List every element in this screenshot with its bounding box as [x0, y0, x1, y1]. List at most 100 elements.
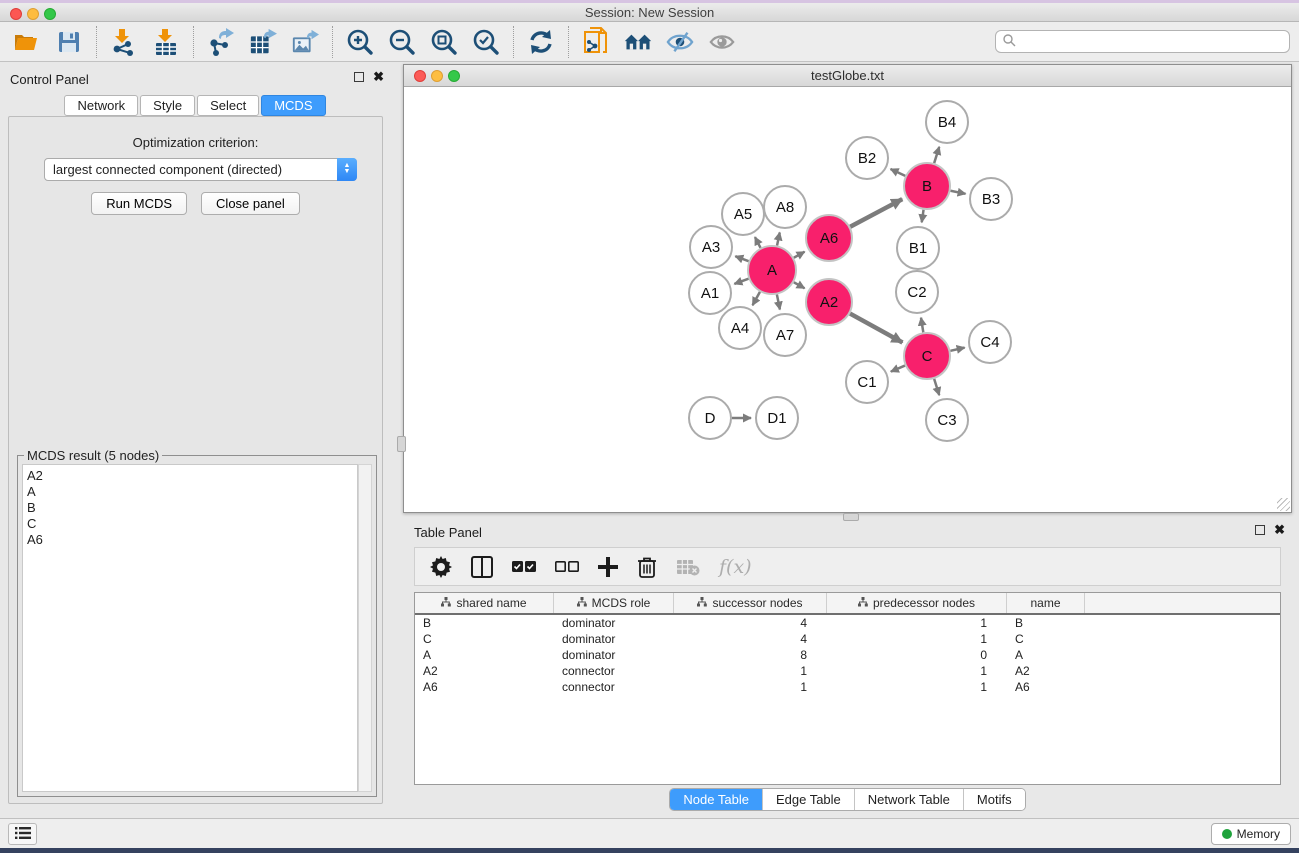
zoom-in-icon[interactable]: [346, 28, 374, 56]
resize-grip-icon[interactable]: [1277, 498, 1290, 511]
edge-A-A2[interactable]: [794, 282, 805, 288]
edge-A-A5[interactable]: [755, 237, 761, 248]
edge-A2-C[interactable]: [850, 314, 902, 343]
vertical-split-handle[interactable]: [397, 436, 406, 452]
close-panel-icon[interactable]: ✖: [1274, 525, 1285, 535]
network-window-titlebar[interactable]: testGlobe.txt: [404, 65, 1291, 87]
function-builder-icon[interactable]: f(x): [719, 556, 752, 578]
task-history-button[interactable]: [8, 823, 37, 845]
tab-node-table[interactable]: Node Table: [670, 789, 763, 810]
float-panel-icon[interactable]: [354, 72, 364, 82]
delete-table-icon[interactable]: [676, 558, 700, 576]
clone-network-icon[interactable]: [582, 28, 610, 56]
column-header-predecessor-nodes[interactable]: predecessor nodes: [827, 593, 1007, 613]
tab-style[interactable]: Style: [140, 95, 195, 116]
edge-A-A8[interactable]: [777, 232, 780, 245]
memory-button[interactable]: Memory: [1211, 823, 1291, 845]
mcds-result-list[interactable]: A2ABCA6: [22, 464, 358, 792]
eye-slash-icon[interactable]: [666, 28, 694, 56]
network-graph[interactable]: AA1A2A3A4A5A6A7A8BB1B2B3B4CC1C2C3C4DD1: [404, 88, 1291, 512]
run-mcds-button[interactable]: Run MCDS: [91, 192, 187, 215]
table-cell[interactable]: 1: [827, 632, 1007, 646]
table-cell[interactable]: 8: [674, 648, 827, 662]
result-item[interactable]: A6: [27, 532, 357, 548]
table-cell[interactable]: connector: [554, 680, 674, 694]
select-all-icon[interactable]: [512, 560, 536, 574]
table-cell[interactable]: 4: [674, 632, 827, 646]
edge-A-A6[interactable]: [794, 252, 805, 258]
zoom-fit-icon[interactable]: [430, 28, 458, 56]
column-header-successor-nodes[interactable]: successor nodes: [674, 593, 827, 613]
column-header-shared-name[interactable]: shared name: [415, 593, 554, 613]
table-cell[interactable]: 0: [827, 648, 1007, 662]
result-item[interactable]: C: [27, 516, 357, 532]
table-row[interactable]: A6connector11A6: [415, 679, 1280, 695]
table-cell[interactable]: A2: [1007, 664, 1085, 678]
edge-B-B2[interactable]: [891, 169, 906, 176]
search-input[interactable]: [995, 30, 1290, 53]
table-cell[interactable]: A6: [415, 680, 554, 694]
table-cell[interactable]: A: [415, 648, 554, 662]
edge-B-B4[interactable]: [934, 147, 939, 163]
edge-B-B3[interactable]: [951, 191, 966, 194]
edge-A6-B[interactable]: [850, 199, 902, 227]
edge-A-A1[interactable]: [734, 279, 748, 284]
tab-select[interactable]: Select: [197, 95, 259, 116]
node-table[interactable]: shared nameMCDS rolesuccessor nodesprede…: [414, 592, 1281, 785]
import-network-icon[interactable]: [110, 28, 138, 56]
edge-A-A4[interactable]: [753, 292, 760, 305]
table-cell[interactable]: 1: [674, 680, 827, 694]
optimization-criterion-dropdown[interactable]: largest connected component (directed) ▲…: [44, 158, 357, 181]
table-cell[interactable]: C: [415, 632, 554, 646]
table-cell[interactable]: 1: [827, 616, 1007, 630]
export-network-icon[interactable]: [207, 28, 235, 56]
deselect-all-icon[interactable]: [555, 560, 579, 574]
edge-C-C4[interactable]: [950, 348, 964, 351]
export-table-icon[interactable]: [249, 28, 277, 56]
edge-B-B1[interactable]: [922, 210, 924, 223]
table-cell[interactable]: dominator: [554, 632, 674, 646]
network-canvas[interactable]: AA1A2A3A4A5A6A7A8BB1B2B3B4CC1C2C3C4DD1: [404, 88, 1291, 512]
edge-C-C2[interactable]: [921, 318, 923, 333]
import-table-icon[interactable]: [152, 28, 180, 56]
table-cell[interactable]: B: [415, 616, 554, 630]
result-item[interactable]: A2: [27, 468, 357, 484]
table-cell[interactable]: 1: [827, 664, 1007, 678]
table-row[interactable]: A2connector11A2: [415, 663, 1280, 679]
columns-icon[interactable]: [471, 556, 493, 578]
table-cell[interactable]: 1: [827, 680, 1007, 694]
table-cell[interactable]: B: [1007, 616, 1085, 630]
table-row[interactable]: Adominator80A: [415, 647, 1280, 663]
refresh-icon[interactable]: [527, 28, 555, 56]
table-cell[interactable]: connector: [554, 664, 674, 678]
edge-A-A3[interactable]: [735, 256, 748, 261]
table-cell[interactable]: dominator: [554, 616, 674, 630]
result-item[interactable]: B: [27, 500, 357, 516]
column-header-MCDS-role[interactable]: MCDS role: [554, 593, 674, 613]
result-item[interactable]: A: [27, 484, 357, 500]
houses-icon[interactable]: [624, 28, 652, 56]
eye-icon[interactable]: [708, 28, 736, 56]
zoom-selected-icon[interactable]: [472, 28, 500, 56]
column-header-name[interactable]: name: [1007, 593, 1085, 613]
trash-icon[interactable]: [637, 556, 657, 578]
tab-network-table[interactable]: Network Table: [855, 789, 964, 810]
table-row[interactable]: Bdominator41B: [415, 615, 1280, 631]
gear-icon[interactable]: [430, 556, 452, 578]
tab-edge-table[interactable]: Edge Table: [763, 789, 855, 810]
table-cell[interactable]: A: [1007, 648, 1085, 662]
add-icon[interactable]: [598, 557, 618, 577]
edge-C-C3[interactable]: [934, 379, 939, 395]
result-scrollbar[interactable]: [358, 464, 372, 792]
zoom-out-icon[interactable]: [388, 28, 416, 56]
table-cell[interactable]: A6: [1007, 680, 1085, 694]
edge-A-A7[interactable]: [777, 295, 780, 310]
close-panel-button[interactable]: Close panel: [201, 192, 300, 215]
tab-mcds[interactable]: MCDS: [261, 95, 325, 116]
table-cell[interactable]: C: [1007, 632, 1085, 646]
tab-motifs[interactable]: Motifs: [964, 789, 1025, 810]
table-row[interactable]: Cdominator41C: [415, 631, 1280, 647]
tab-network[interactable]: Network: [64, 95, 138, 116]
table-cell[interactable]: 4: [674, 616, 827, 630]
table-cell[interactable]: dominator: [554, 648, 674, 662]
